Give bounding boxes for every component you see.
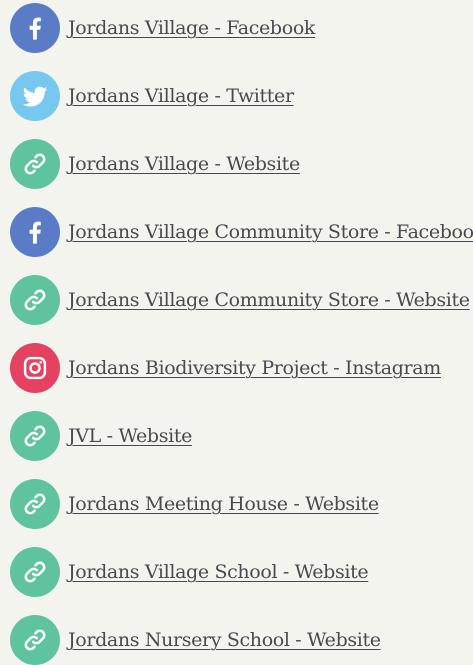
link-jvl-website[interactable]: JVL - Website xyxy=(10,411,192,461)
link-community-store-facebook[interactable]: Jordans Village Community Store - Facebo… xyxy=(10,207,473,257)
link-label[interactable]: JVL - Website xyxy=(68,425,192,447)
link-jordans-village-facebook[interactable]: Jordans Village - Facebook xyxy=(10,3,315,53)
link-label[interactable]: Jordans Village Community Store - Websit… xyxy=(68,289,470,311)
link-village-school-website[interactable]: Jordans Village School - Website xyxy=(10,547,369,597)
link-jordans-village-website[interactable]: Jordans Village - Website xyxy=(10,139,300,189)
link-icon xyxy=(10,479,60,529)
twitter-icon xyxy=(10,71,60,121)
instagram-icon xyxy=(10,343,60,393)
link-meeting-house-website[interactable]: Jordans Meeting House - Website xyxy=(10,479,379,529)
link-icon xyxy=(10,615,60,665)
link-label[interactable]: Jordans Village School - Website xyxy=(68,561,369,583)
link-icon xyxy=(10,547,60,597)
facebook-icon xyxy=(10,3,60,53)
link-label[interactable]: Jordans Village - Website xyxy=(68,153,300,175)
link-nursery-school-website[interactable]: Jordans Nursery School - Website xyxy=(10,615,381,665)
facebook-icon xyxy=(10,207,60,257)
link-icon xyxy=(10,411,60,461)
link-label[interactable]: Jordans Village - Facebook xyxy=(68,17,315,39)
link-label[interactable]: Jordans Nursery School - Website xyxy=(68,629,381,651)
social-links-list: Jordans Village - Facebook Jordans Villa… xyxy=(0,0,473,665)
link-jordans-village-twitter[interactable]: Jordans Village - Twitter xyxy=(10,71,294,121)
link-biodiversity-instagram[interactable]: Jordans Biodiversity Project - Instagram xyxy=(10,343,441,393)
link-label[interactable]: Jordans Biodiversity Project - Instagram xyxy=(68,357,441,379)
link-community-store-website[interactable]: Jordans Village Community Store - Websit… xyxy=(10,275,470,325)
link-label[interactable]: Jordans Village Community Store - Facebo… xyxy=(68,221,473,243)
link-label[interactable]: Jordans Village - Twitter xyxy=(68,85,294,107)
link-label[interactable]: Jordans Meeting House - Website xyxy=(68,493,379,515)
link-icon xyxy=(10,275,60,325)
link-icon xyxy=(10,139,60,189)
